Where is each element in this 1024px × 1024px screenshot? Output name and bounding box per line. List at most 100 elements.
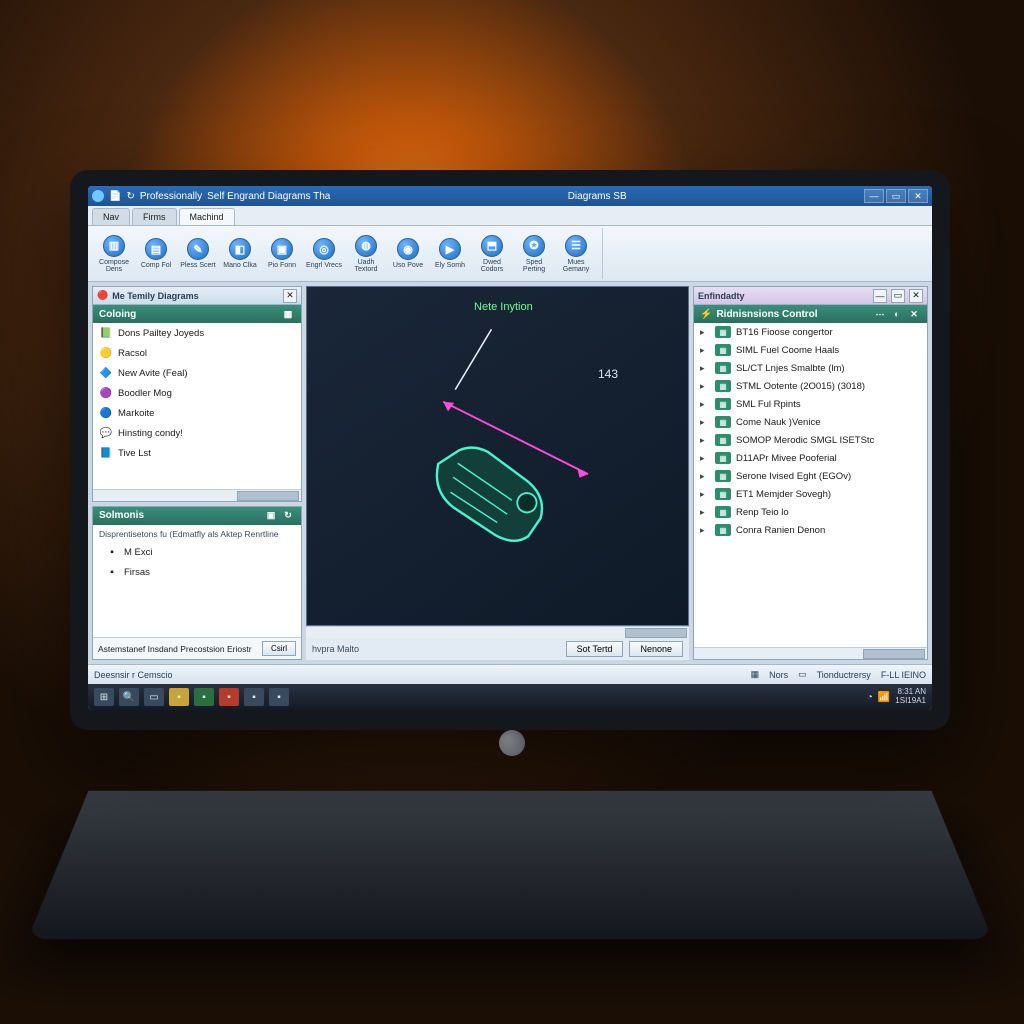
panel-close-button[interactable]: ✕ xyxy=(909,289,923,303)
ribbon-button[interactable]: ◉Uso Pove xyxy=(388,236,428,271)
expander-icon[interactable]: ▸ xyxy=(700,453,710,464)
solmon-csirl-button[interactable]: Csirl xyxy=(262,641,296,656)
section-action-icon[interactable]: ▦ xyxy=(281,307,295,321)
scrollbar-horizontal[interactable] xyxy=(93,489,301,501)
ribbon-button[interactable]: ☰Mues Gemany xyxy=(556,233,596,275)
list-item-label: M Exci xyxy=(124,547,153,558)
list-item-label: D11APr Mivee Pooferial xyxy=(736,453,837,464)
solmon-action1-icon[interactable]: ▣ xyxy=(264,509,278,523)
status-box-icon[interactable]: ▭ xyxy=(798,669,807,680)
tree-item[interactable]: ▸▦BT16 Fioose congertor xyxy=(694,323,927,341)
ribbon-button[interactable]: ◎Engrl Vrecs xyxy=(304,236,344,271)
tree-item[interactable]: ▸▦SL/CT Lnjes Smalbte (lm) xyxy=(694,359,927,377)
expander-icon[interactable]: ▸ xyxy=(700,327,710,338)
expander-icon[interactable]: ▸ xyxy=(700,489,710,500)
tree-item[interactable]: ▸▦ET1 Memjder Sovegh) xyxy=(694,485,927,503)
taskbar-app3[interactable]: ▪ xyxy=(219,688,239,706)
title-center: Diagrams SB xyxy=(336,191,858,202)
panel-title: Me Temily Diagrams xyxy=(112,291,279,301)
3d-viewport[interactable]: Nete Inytion 143 xyxy=(306,286,689,626)
status-grid-icon[interactable]: ▦ xyxy=(751,669,760,680)
expander-icon[interactable]: ▸ xyxy=(700,417,710,428)
tree-item[interactable]: 📗Dons Pailtey Joyeds xyxy=(93,323,301,343)
expander-icon[interactable]: ▸ xyxy=(700,507,710,518)
section-opt1-icon[interactable]: ⋯ xyxy=(873,307,887,321)
start-button[interactable]: ⊞ xyxy=(94,688,114,706)
ribbon-button[interactable]: ✪Sped Perting xyxy=(514,233,554,275)
taskbar-app2[interactable]: ▪ xyxy=(194,688,214,706)
ribbon-label: Engrl Vrecs xyxy=(306,262,342,269)
tree-item[interactable]: 🔷New Avite (Feal) xyxy=(93,363,301,383)
panel-title: Solmonis xyxy=(99,510,144,521)
tree-item[interactable]: ▸ ▦ SIML Fuel Coome Haals xyxy=(694,341,927,359)
expander-icon[interactable]: ▸ xyxy=(700,525,710,536)
ribbon-button[interactable]: ▶Ely Somh xyxy=(430,236,470,271)
panel-section-control[interactable]: ⚡ Ridnisnsions Control ⋯ ◐ ✕ xyxy=(694,305,927,323)
panel-max-button[interactable]: ▭ xyxy=(891,289,905,303)
ribbon-button[interactable]: ▤Comp Fol xyxy=(136,236,176,271)
taskview-button[interactable]: ▭ xyxy=(144,688,164,706)
expander-icon[interactable]: ▸ xyxy=(700,435,710,446)
tree-item[interactable]: ▸▦Come Nauk )Venice xyxy=(694,413,927,431)
solmon-item[interactable]: ▪M Exci xyxy=(99,543,295,563)
tray-icon[interactable]: ◔ xyxy=(867,692,873,703)
tree-item[interactable]: 🟣Boodler Mog xyxy=(93,383,301,403)
solmon-desc: Disprentisetons fu (Edmatfly als Aktep R… xyxy=(99,529,295,539)
module-icon: ▦ xyxy=(715,344,731,356)
search-button[interactable]: 🔍 xyxy=(119,688,139,706)
panel-section-coloing[interactable]: Coloing ▦ xyxy=(93,305,301,323)
list-item-label: SIML Fuel Coome Haals xyxy=(736,345,839,356)
expander-icon[interactable]: ▸ xyxy=(700,471,710,482)
close-button[interactable]: ✕ xyxy=(908,189,928,203)
tree-item[interactable]: ▸▦Renp Teio lo xyxy=(694,503,927,521)
ribbon-button[interactable]: ▣Pio Fonn xyxy=(262,236,302,271)
taskbar-app5[interactable]: ▪ xyxy=(269,688,289,706)
section-opt2-icon[interactable]: ◐ xyxy=(890,307,904,321)
ribbon-button[interactable]: ⬒Dwed Codors xyxy=(472,233,512,275)
tree-item[interactable]: 🔵Markoite xyxy=(93,403,301,423)
expander-icon[interactable]: ▸ xyxy=(700,399,710,410)
ribbon-button[interactable]: ◧Mano Clka xyxy=(220,236,260,271)
nenone-button[interactable]: Nenone xyxy=(629,641,683,657)
ribbon-button[interactable]: ▥Compose Dens xyxy=(94,233,134,275)
solmon-item[interactable]: ▪Firsas xyxy=(99,563,295,583)
module-icon: ▦ xyxy=(715,524,731,536)
sot-tertd-button[interactable]: Sot Tertd xyxy=(566,641,624,657)
section-label: Coloing xyxy=(99,309,136,320)
expander-icon[interactable]: ▸ xyxy=(700,381,710,392)
ribbon-label: Sped Perting xyxy=(514,259,554,273)
tree-item[interactable]: 💬Hinsting condy! xyxy=(93,423,301,443)
tree-item[interactable]: ▸▦STML Ootente (2O015) (3018) xyxy=(694,377,927,395)
title-quick2[interactable]: ↻ xyxy=(126,191,134,202)
tab-machind[interactable]: Machind xyxy=(179,208,235,225)
expander-icon[interactable]: ▸ xyxy=(700,363,710,374)
tree-item[interactable]: ▸▦SOMOP Merodic SMGL ISETStc xyxy=(694,431,927,449)
taskbar-clock[interactable]: 8:31 AN 1SI19A1 xyxy=(895,688,926,706)
tray-network-icon[interactable]: 📶 xyxy=(878,692,890,703)
title-quick1[interactable]: 📄 xyxy=(109,191,121,202)
taskbar-app4[interactable]: ▪ xyxy=(244,688,264,706)
tree-item[interactable]: ▸▦SML Ful Rpints xyxy=(694,395,927,413)
panel-min-button[interactable]: — xyxy=(873,289,887,303)
maximize-button[interactable]: ▭ xyxy=(886,189,906,203)
tree-item[interactable]: ▸▦Serone Ivised Eght (EGOv) xyxy=(694,467,927,485)
viewport-scrollbar[interactable] xyxy=(306,626,689,638)
tree-item[interactable]: ▸▦D11APr Mivee Pooferial xyxy=(694,449,927,467)
tree-item[interactable]: ▸▦Conra Ranien Denon xyxy=(694,521,927,539)
expander-icon[interactable]: ▸ xyxy=(700,345,710,356)
solmon-action2-icon[interactable]: ↻ xyxy=(281,509,295,523)
scrollbar-horizontal[interactable] xyxy=(694,647,927,659)
tab-nav[interactable]: Nav xyxy=(92,208,130,225)
ribbon-button[interactable]: ◍Uadh Textord xyxy=(346,233,386,275)
tab-firms[interactable]: Firms xyxy=(132,208,177,225)
tree-item[interactable]: 🟡Racsol xyxy=(93,343,301,363)
panel-title: Enfindadty xyxy=(698,291,869,301)
minimize-button[interactable]: — xyxy=(864,189,884,203)
tree-item[interactable]: 📘Tive Lst xyxy=(93,443,301,463)
ribbon-button[interactable]: ✎Pless Scert xyxy=(178,236,218,271)
enfindadty-panel: Enfindadty — ▭ ✕ ⚡ Ridnisnsions Control … xyxy=(693,286,928,660)
taskbar-app1[interactable]: ▪ xyxy=(169,688,189,706)
panel-close-button[interactable]: ✕ xyxy=(283,289,297,303)
family-diagrams-panel: 🔴 Me Temily Diagrams ✕ Coloing ▦ 📗Dons P… xyxy=(92,286,302,502)
section-opt3-icon[interactable]: ✕ xyxy=(907,307,921,321)
